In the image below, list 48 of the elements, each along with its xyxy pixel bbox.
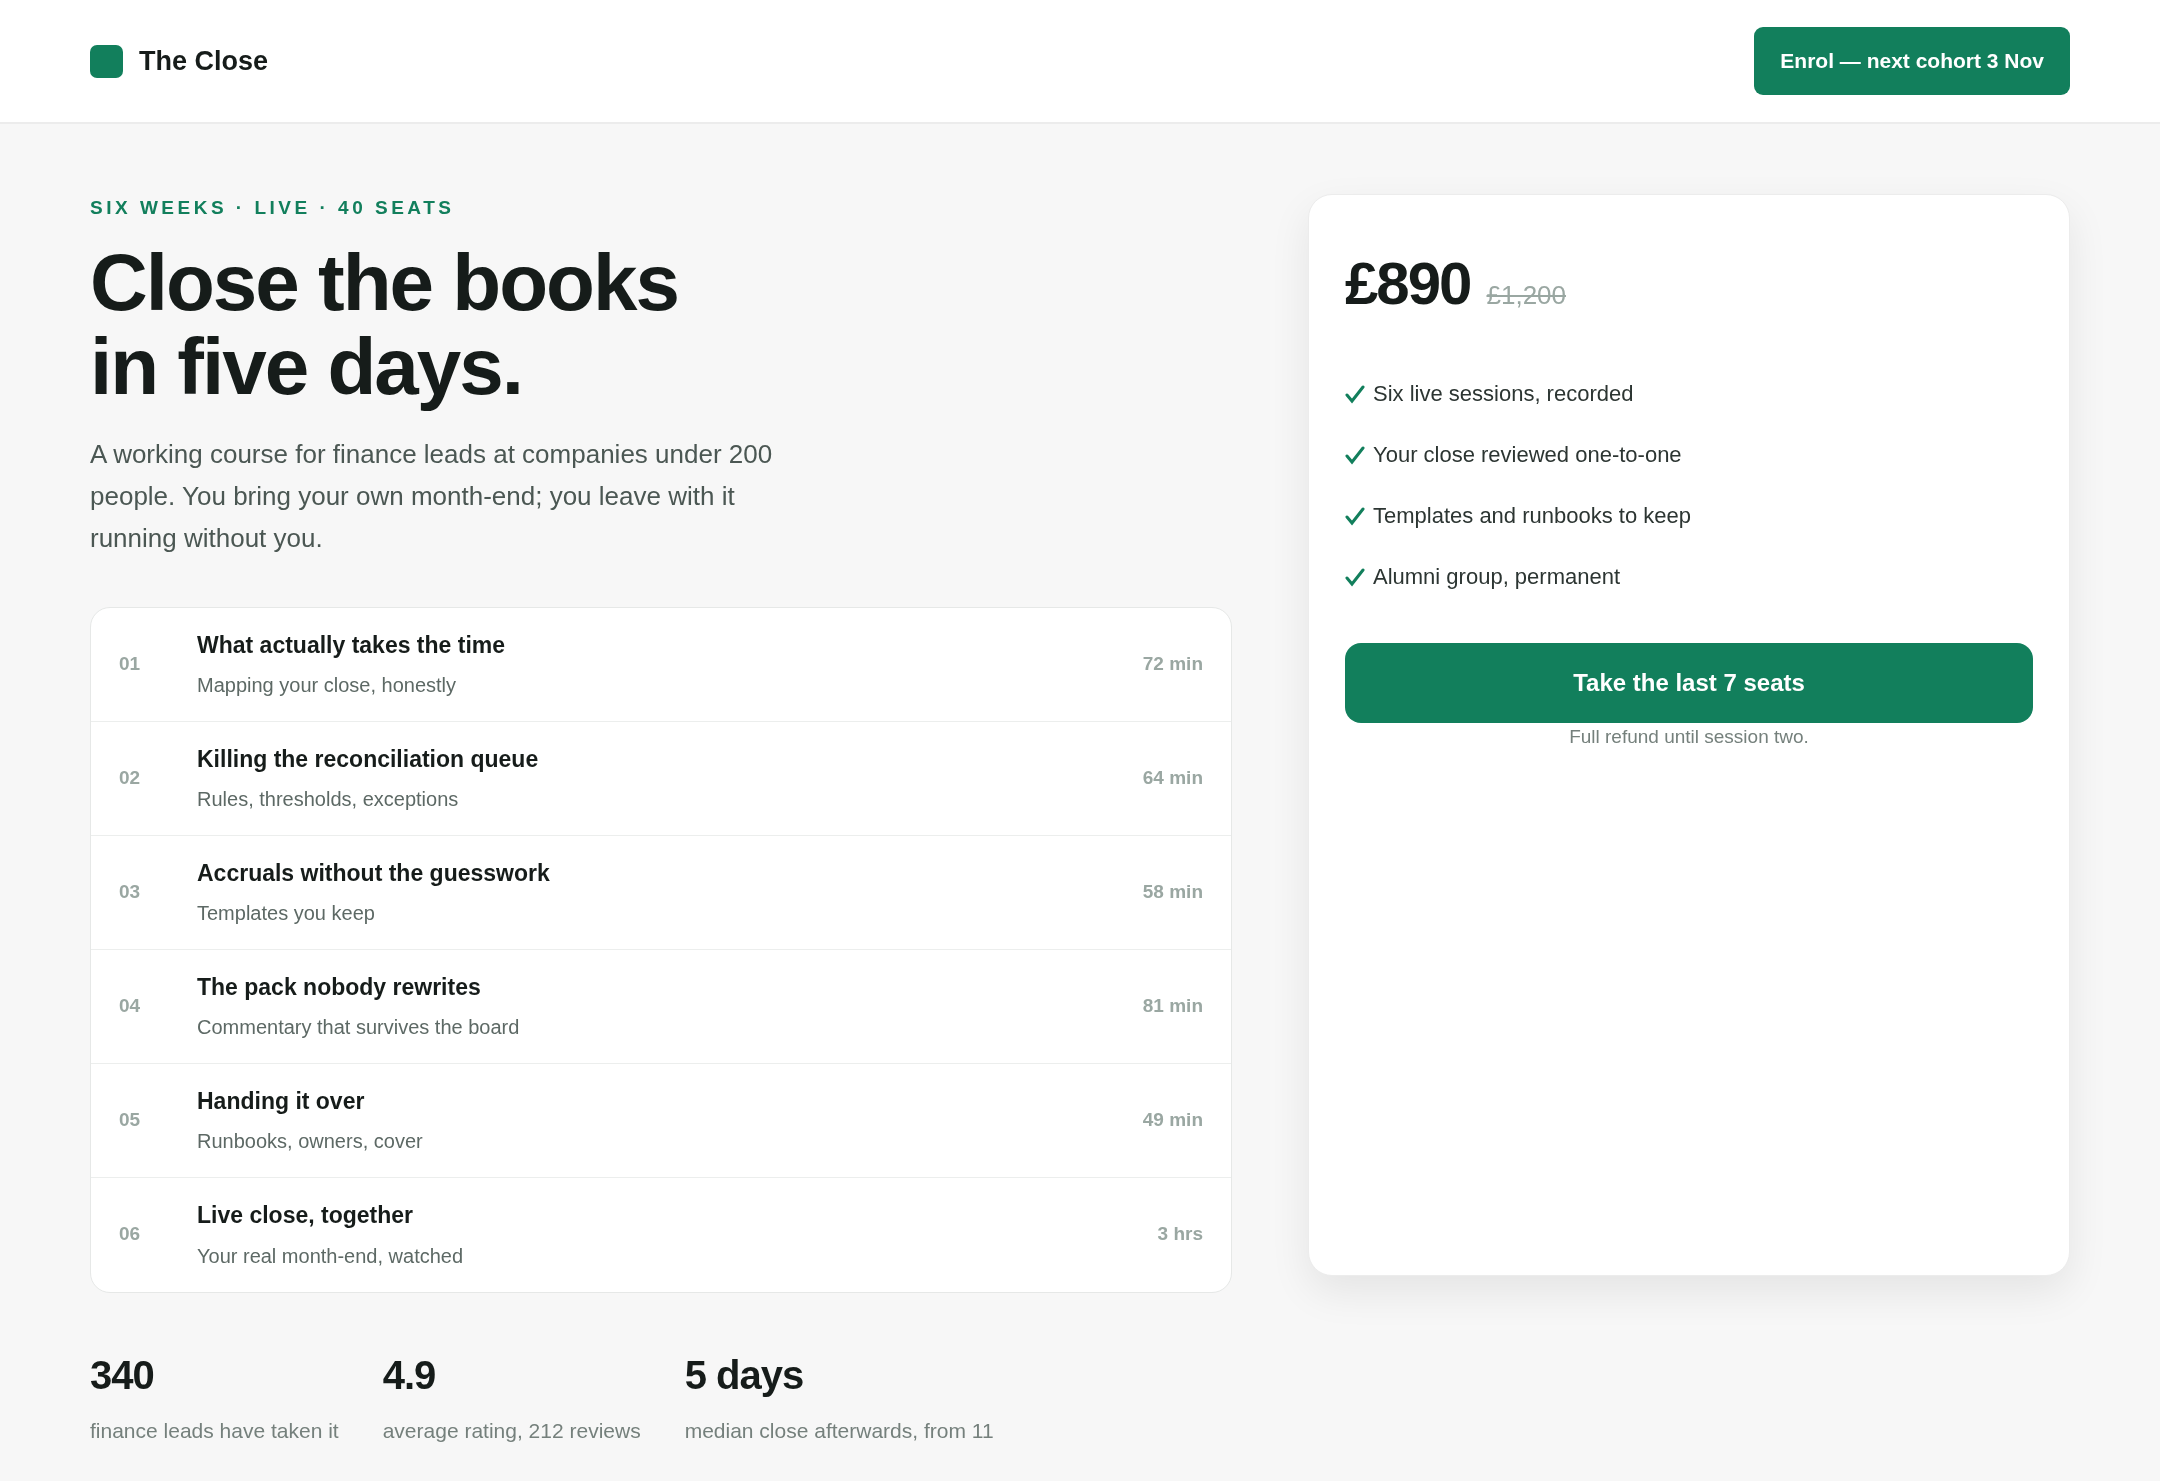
- session-title: Handing it over: [197, 1086, 366, 1116]
- session-subtitle: Mapping your close, honestly: [197, 673, 458, 699]
- session-duration: 72 min: [1142, 651, 1203, 676]
- session-subtitle: Templates you keep: [197, 901, 376, 927]
- session-duration: 58 min: [1142, 879, 1203, 904]
- logo-icon: [90, 44, 123, 78]
- session-subtitle: Runbooks, owners, cover: [197, 1129, 424, 1155]
- session-title: Accruals without the guesswork: [197, 858, 551, 888]
- session-title: Killing the reconciliation queue: [197, 744, 540, 774]
- price: £890: [1345, 249, 1471, 319]
- session-title: What actually takes the time: [197, 630, 507, 660]
- stat-label: average rating, 212 reviews: [382, 1417, 641, 1444]
- feature-text: Templates and runbooks to keep: [1373, 502, 1691, 530]
- stat-value: 340: [90, 1351, 155, 1399]
- check-icon: [1345, 566, 1365, 587]
- session-title: The pack nobody rewrites: [197, 972, 482, 1002]
- check-icon: [1345, 444, 1365, 465]
- session-duration: 64 min: [1142, 765, 1203, 790]
- session-duration: 81 min: [1142, 993, 1203, 1018]
- headline: Close the books in five days.: [90, 240, 679, 409]
- brand-name: The Close: [139, 44, 269, 78]
- session-subtitle: Your real month-end, watched: [197, 1243, 465, 1269]
- session-number: 04: [119, 993, 142, 1018]
- take-seats-button[interactable]: Take the last 7 seats: [1345, 643, 2033, 723]
- session-number: 01: [119, 651, 142, 676]
- stat-value: 4.9: [382, 1351, 437, 1399]
- session-subtitle: Commentary that survives the board: [197, 1015, 521, 1041]
- feature-text: Alumni group, permanent: [1373, 563, 1621, 591]
- refund-note: Full refund until session two.: [1569, 726, 1809, 747]
- session-number: 05: [119, 1107, 142, 1132]
- old-price: £1,200: [1486, 279, 1566, 312]
- feature-text: Six live sessions, recorded: [1373, 380, 1634, 408]
- enrol-button[interactable]: Enrol — next cohort 3 Nov: [1754, 27, 2070, 95]
- session-number: 06: [119, 1222, 142, 1247]
- session-number: 03: [119, 879, 142, 904]
- stat-label: median close afterwards, from 11: [684, 1417, 994, 1444]
- feature-text: Your close reviewed one-to-one: [1373, 441, 1682, 469]
- session-title: Live close, together: [197, 1201, 414, 1231]
- stat-value: 5 days: [684, 1351, 805, 1399]
- check-icon: [1345, 383, 1365, 404]
- stat-label: finance leads have taken it: [90, 1417, 339, 1444]
- check-icon: [1345, 505, 1365, 526]
- intro-paragraph: A working course for finance leads at companies under 200 people. You bring your own month-end; you leave with it running without you.: [90, 437, 774, 555]
- session-number: 02: [119, 765, 142, 790]
- session-duration: 3 hrs: [1157, 1222, 1203, 1247]
- session-duration: 49 min: [1142, 1107, 1203, 1132]
- session-subtitle: Rules, thresholds, exceptions: [197, 787, 460, 813]
- eyebrow-text: SIX WEEKS · LIVE · 40 SEATS: [90, 196, 456, 220]
